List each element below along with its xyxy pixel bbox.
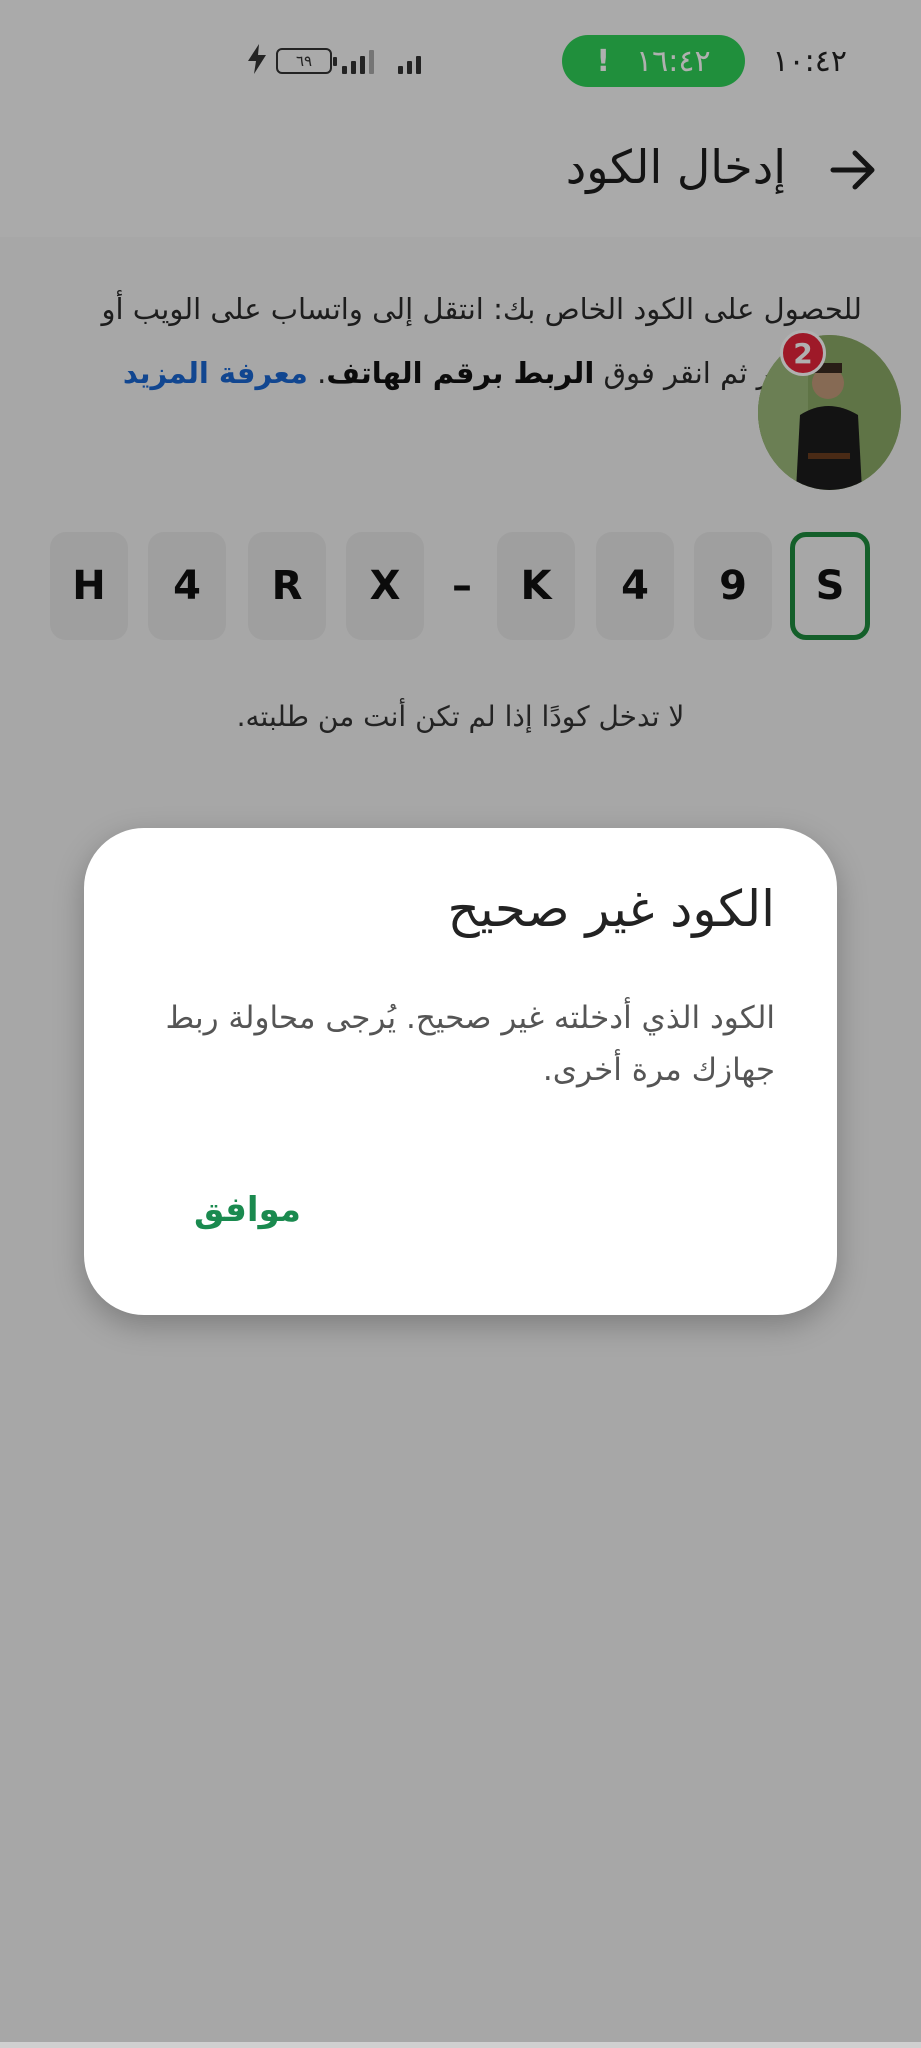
dialog-message: الكود الذي أدخلته غير صحيح. يُرجى محاولة…	[165, 1000, 775, 1088]
ok-button[interactable]: موافق	[194, 1190, 301, 1230]
error-dialog: الكود غير صحيح الكود الذي أدخلته غير صحي…	[84, 828, 837, 1315]
dialog-title: الكود غير صحيح	[447, 880, 775, 938]
home-indicator[interactable]	[0, 2042, 921, 2048]
